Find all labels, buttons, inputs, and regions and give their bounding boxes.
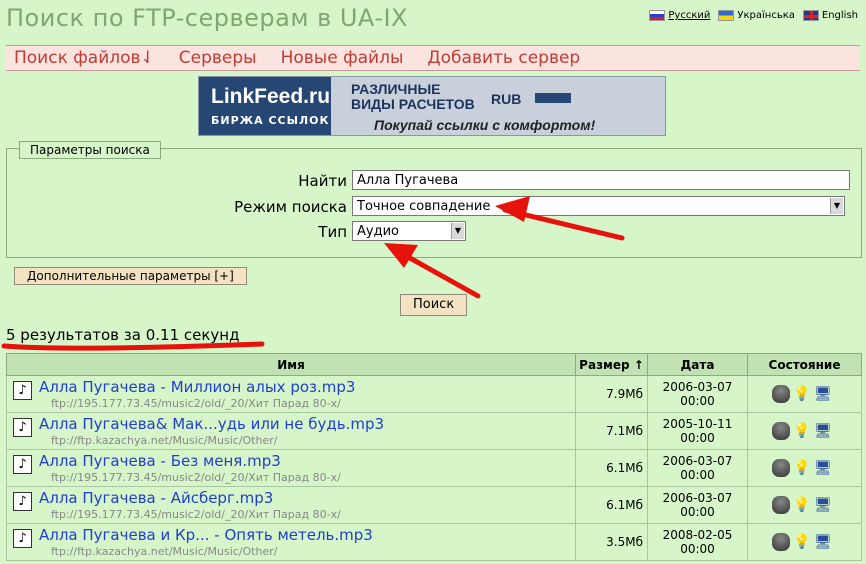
col-size[interactable]: Размер ↑: [575, 353, 648, 376]
banner-text: РАЗЛИЧНЫЕ ВИДЫ РАСЧЕТОВ: [351, 81, 475, 112]
size-cell: 6.1Мб: [575, 486, 648, 524]
lang-russian[interactable]: Русский: [649, 10, 710, 21]
file-path: ftp://195.177.73.45/music2/old/_20/Хит П…: [51, 471, 341, 484]
type-label: Тип: [318, 223, 347, 241]
chevron-down-icon: ▼: [451, 223, 464, 239]
col-date[interactable]: Дата: [647, 353, 748, 376]
database-icon[interactable]: [772, 496, 790, 514]
advanced-params-button[interactable]: Дополнительные параметры [+]: [14, 267, 247, 285]
table-row: ♪ Алла Пугачева - Айсберг.mp3 ftp://195.…: [6, 486, 862, 524]
menu-new-files[interactable]: Новые файлы: [281, 48, 404, 68]
database-icon[interactable]: [772, 459, 790, 477]
search-input[interactable]: Алла Пугачева: [352, 170, 850, 190]
database-icon[interactable]: [772, 533, 790, 551]
lightbulb-icon[interactable]: 💡: [793, 385, 811, 403]
database-icon[interactable]: [772, 385, 790, 403]
search-params-legend: Параметры поиска: [19, 141, 161, 159]
database-icon[interactable]: [772, 422, 790, 440]
network-computer-icon[interactable]: 🖥: [814, 496, 832, 514]
banner-logo-block: LinkFeed.ru БИРЖА ССЫЛОК: [199, 77, 331, 135]
main-menu: Поиск файлов⇃ Серверы Новые файлы Добави…: [6, 45, 860, 71]
name-cell: ♪ Алла Пугачева и Кр... - Опять метель.m…: [6, 523, 576, 561]
network-computer-icon[interactable]: 🖥: [814, 533, 832, 551]
site-title: Поиск по FTP-серверам в UA-IX: [6, 4, 408, 32]
date-cell: 2006-03-07 00:00: [647, 375, 748, 413]
date-cell: 2006-03-07 00:00: [647, 449, 748, 487]
status-cell: 💡 🖥: [747, 486, 862, 524]
flag-ru-icon: [649, 10, 666, 21]
size-cell: 6.1Мб: [575, 449, 648, 487]
date-cell: 2006-03-07 00:00: [647, 486, 748, 524]
menu-search-files[interactable]: Поиск файлов⇃: [14, 48, 155, 68]
find-label: Найти: [298, 172, 347, 190]
size-cell: 3.5Мб: [575, 523, 648, 561]
status-cell: 💡 🖥: [747, 375, 862, 413]
col-status: Состояние: [747, 353, 862, 376]
flag-en-icon: [802, 10, 819, 21]
type-select[interactable]: Аудио ▼: [352, 221, 466, 241]
size-cell: 7.9Мб: [575, 375, 648, 413]
music-note-icon: ♪: [13, 492, 32, 511]
status-cell: 💡 🖥: [747, 412, 862, 450]
lightbulb-icon[interactable]: 💡: [793, 459, 811, 477]
name-cell: ♪ Алла Пугачева - Айсберг.mp3 ftp://195.…: [6, 486, 576, 524]
menu-add-server[interactable]: Добавить сервер: [427, 48, 580, 68]
file-path: ftp://195.177.73.45/music2/old/_20/Хит П…: [51, 508, 341, 521]
menu-servers[interactable]: Серверы: [179, 48, 257, 68]
status-cell: 💡 🖥: [747, 449, 862, 487]
size-cell: 7.1Мб: [575, 412, 648, 450]
file-path: ftp://ftp.kazachya.net/Music/Music/Other…: [51, 545, 278, 558]
language-switcher: Русский Українська English: [649, 10, 858, 21]
music-note-icon: ♪: [13, 418, 32, 437]
banner-logo: LinkFeed.ru: [211, 85, 331, 108]
status-cell: 💡 🖥: [747, 523, 862, 561]
table-row: ♪ Алла Пугачева - Миллион алых роз.mp3 f…: [6, 375, 862, 413]
name-cell: ♪ Алла Пугачева& Мак...удь или не будь.m…: [6, 412, 576, 450]
chevron-down-icon: ▼: [830, 198, 843, 214]
lightbulb-icon[interactable]: 💡: [793, 533, 811, 551]
name-cell: ♪ Алла Пугачева - Без меня.mp3 ftp://195…: [6, 449, 576, 487]
file-link[interactable]: Алла Пугачева - Миллион алых роз.mp3: [39, 378, 355, 396]
lang-english[interactable]: English: [802, 10, 858, 21]
music-note-icon: ♪: [13, 455, 32, 474]
results-count: 5 результатов за 0.11 секунд: [6, 326, 240, 344]
mode-label: Режим поиска: [234, 198, 347, 216]
annotation-underline: [1, 341, 265, 351]
banner-subtitle: БИРЖА ССЫЛОК: [211, 114, 330, 127]
network-computer-icon[interactable]: 🖥: [814, 422, 832, 440]
network-computer-icon[interactable]: 🖥: [814, 385, 832, 403]
file-link[interactable]: Алла Пугачева - Айсберг.mp3: [39, 489, 273, 507]
table-row: ♪ Алла Пугачева - Без меня.mp3 ftp://195…: [6, 449, 862, 487]
file-link[interactable]: Алла Пугачева& Мак...удь или не будь.mp3: [39, 415, 384, 433]
banner-bar: [535, 93, 571, 103]
network-computer-icon[interactable]: 🖥: [814, 459, 832, 477]
header: Поиск по FTP-серверам в UA-IX Русский Ук…: [0, 0, 866, 38]
search-mode-select[interactable]: Точное совпадение ▼: [352, 196, 845, 216]
col-name[interactable]: Имя: [6, 353, 576, 376]
date-cell: 2008-02-05 00:00: [647, 523, 748, 561]
ad-banner[interactable]: LinkFeed.ru БИРЖА ССЫЛОК РАЗЛИЧНЫЕ ВИДЫ …: [198, 76, 666, 136]
name-cell: ♪ Алла Пугачева - Миллион алых роз.mp3 f…: [6, 375, 576, 413]
file-link[interactable]: Алла Пугачева - Без меня.mp3: [39, 452, 281, 470]
search-params-fieldset: Параметры поиска Найти Алла Пугачева Реж…: [6, 141, 862, 258]
results-table: Имя Размер ↑ Дата Состояние ♪ Алла Пугач…: [6, 353, 862, 561]
lang-ukrainian[interactable]: Українська: [718, 10, 795, 21]
lightbulb-icon[interactable]: 💡: [793, 496, 811, 514]
file-link[interactable]: Алла Пугачева и Кр... - Опять метель.mp3: [39, 526, 373, 544]
banner-currency: RUB: [491, 91, 522, 107]
flag-ua-icon: [718, 10, 735, 21]
banner-slogan: Покупай ссылки с комфортом!: [374, 117, 596, 133]
date-cell: 2005-10-11 00:00: [647, 412, 748, 450]
table-row: ♪ Алла Пугачева и Кр... - Опять метель.m…: [6, 523, 862, 561]
table-row: ♪ Алла Пугачева& Мак...удь или не будь.m…: [6, 412, 862, 450]
music-note-icon: ♪: [13, 381, 32, 400]
file-path: ftp://195.177.73.45/music2/old/_20/Хит П…: [51, 397, 341, 410]
music-note-icon: ♪: [13, 529, 32, 548]
file-path: ftp://ftp.kazachya.net/Music/Music/Other…: [51, 434, 278, 447]
lightbulb-icon[interactable]: 💡: [793, 422, 811, 440]
search-button[interactable]: Поиск: [400, 294, 468, 316]
